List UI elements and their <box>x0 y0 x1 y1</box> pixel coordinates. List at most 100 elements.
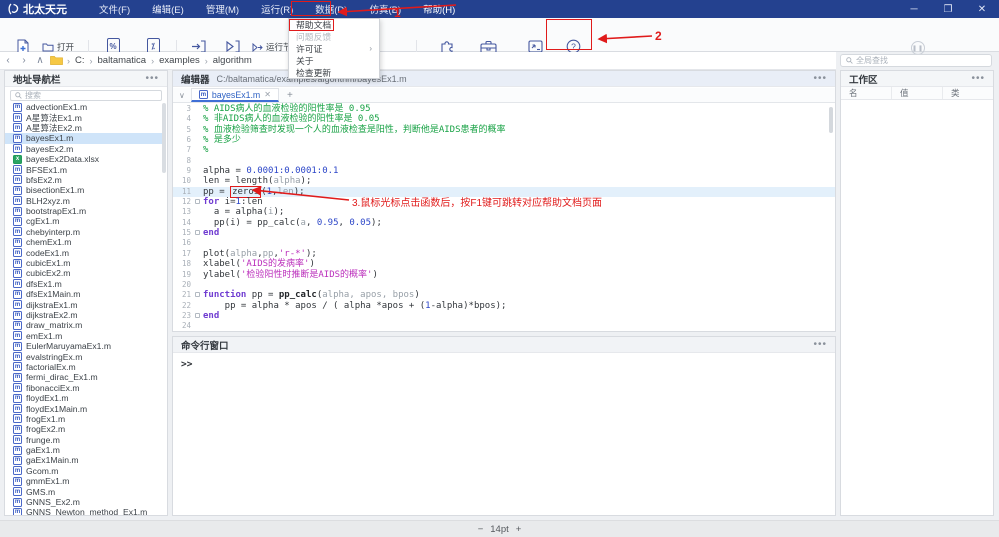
code-area[interactable]: 3% AIDS病人的血液检验的阳性率是 0.954% 非AIDS病人的血液检验的… <box>173 104 835 330</box>
menu-item[interactable]: 仿真(B) <box>358 0 412 18</box>
file-list-item[interactable]: mbfsEx2.m <box>5 175 162 185</box>
file-list-item[interactable]: mcubicEx2.m <box>5 268 162 278</box>
file-list-item[interactable]: mgaEx1Main.m <box>5 455 162 465</box>
code-line[interactable]: 5% 血液检验筛查时发现一个人的血液检查是阳性，判断他是AIDS患者的概率 <box>173 125 835 135</box>
collapse-ribbon-icon[interactable]: ❚❚ <box>911 41 925 55</box>
file-list-item[interactable]: mbootstrapEx1.m <box>5 206 162 216</box>
menu-item[interactable]: 运行(R) <box>250 0 304 18</box>
file-list-item[interactable]: mGcom.m <box>5 466 162 476</box>
code-line[interactable]: 21function pp = pp_calc(alpha, apos, bpo… <box>173 290 835 300</box>
file-list-item[interactable]: mGNNS_Ex2.m <box>5 497 162 507</box>
code-line[interactable]: 22 pp = alpha * apos / ( alpha *apos + (… <box>173 301 835 311</box>
file-list-item[interactable]: mdraw_matrix.m <box>5 320 162 330</box>
folder-icon[interactable] <box>48 55 64 67</box>
back-icon[interactable]: ‹ <box>0 55 16 66</box>
code-line[interactable]: 24 <box>173 321 835 331</box>
global-search-input[interactable]: 全局查找 <box>840 54 992 67</box>
file-list-item[interactable]: mcodeEx1.m <box>5 247 162 257</box>
minimize-button[interactable]: ─ <box>897 0 931 18</box>
code-line[interactable]: 3% AIDS病人的血液检验的阳性率是 0.95 <box>173 104 835 114</box>
code-line[interactable]: 6% 是多少 <box>173 135 835 145</box>
file-list-item[interactable]: mchebyinterp.m <box>5 227 162 237</box>
workspace-column-header[interactable]: 值 <box>892 87 943 99</box>
fold-marker-icon[interactable] <box>195 199 200 204</box>
fold-marker-icon[interactable] <box>195 313 200 318</box>
font-size-decrease-button[interactable]: − <box>478 524 484 535</box>
code-line[interactable]: 15end <box>173 228 835 238</box>
file-list-item[interactable]: mcgEx1.m <box>5 216 162 226</box>
breadcrumb-segment[interactable]: C: <box>73 55 87 66</box>
restore-button[interactable]: ❐ <box>931 0 965 18</box>
file-list-item[interactable]: mfrogEx1.m <box>5 414 162 424</box>
file-list-item[interactable]: mfermi_dirac_Ex1.m <box>5 372 162 382</box>
workspace-column-header[interactable]: 类 <box>943 87 993 99</box>
code-line[interactable]: 4% 非AIDS病人的血液检验的阳性率是 0.05 <box>173 114 835 124</box>
file-filter-input[interactable]: 搜索 <box>10 90 162 101</box>
help-menu-item[interactable]: 许可证› <box>289 43 379 55</box>
file-list-item[interactable]: mgaEx1.m <box>5 445 162 455</box>
menu-item[interactable]: 管理(M) <box>195 0 250 18</box>
file-list-item[interactable]: xbayesEx2Data.xlsx <box>5 154 162 164</box>
code-line[interactable]: 8 <box>173 156 835 166</box>
file-list-item[interactable]: mcubicEx1.m <box>5 258 162 268</box>
code-line[interactable]: 18xlabel('AIDS的发病率') <box>173 259 835 269</box>
file-list-item[interactable]: mbayesEx1.m <box>5 133 162 143</box>
menu-item[interactable]: 数据(D) <box>304 0 358 18</box>
menu-item[interactable]: 编辑(E) <box>141 0 195 18</box>
breadcrumb-segment[interactable]: algorithm <box>211 55 254 66</box>
workspace-column-header[interactable]: 名 <box>841 87 892 99</box>
breadcrumb-segment[interactable]: examples <box>157 55 202 66</box>
fold-marker-icon[interactable] <box>195 230 200 235</box>
file-list-item[interactable]: mfibonacciEx.m <box>5 383 162 393</box>
code-line[interactable]: 16 <box>173 238 835 248</box>
editor-menu-icon[interactable]: ••• <box>813 73 827 84</box>
code-line[interactable]: 10len = length(alpha); <box>173 176 835 186</box>
file-list-item[interactable]: mfrogEx2.m <box>5 424 162 434</box>
file-list-item[interactable]: memEx1.m <box>5 331 162 341</box>
code-line[interactable]: 19ylabel('检验阳性时推断是AIDS的概率') <box>173 270 835 280</box>
file-list-item[interactable]: mGMS.m <box>5 486 162 496</box>
nav-panel-menu-icon[interactable]: ••• <box>145 73 159 84</box>
file-list-item[interactable]: mBFSEx1.m <box>5 164 162 174</box>
up-icon[interactable]: ∧ <box>32 55 48 66</box>
workspace-menu-icon[interactable]: ••• <box>971 73 985 84</box>
command-window-menu-icon[interactable]: ••• <box>813 339 827 350</box>
file-list-item[interactable]: mfactorialEx.m <box>5 362 162 372</box>
code-line[interactable]: 20 <box>173 280 835 290</box>
code-line[interactable]: 14 pp(i) = pp_calc(a, 0.95, 0.05); <box>173 218 835 228</box>
new-tab-button[interactable]: + <box>279 90 301 101</box>
editor-scrollbar[interactable] <box>829 107 833 133</box>
file-list-item[interactable]: mdfsEx1.m <box>5 279 162 289</box>
code-line[interactable]: 23end <box>173 311 835 321</box>
file-list-item[interactable]: mdfsEx1Main.m <box>5 289 162 299</box>
tab-close-icon[interactable]: ✕ <box>264 90 271 99</box>
command-prompt[interactable]: >> <box>173 353 835 370</box>
file-list-item[interactable]: mdijkstraEx2.m <box>5 310 162 320</box>
menu-item[interactable]: 文件(F) <box>88 0 141 18</box>
help-menu-item[interactable]: 关于 <box>289 54 379 66</box>
tab-list-chevron-icon[interactable]: ∨ <box>173 91 191 100</box>
code-line[interactable]: 17plot(alpha,pp,'r-*'); <box>173 249 835 259</box>
help-menu-item[interactable]: 帮助文档 <box>289 19 379 31</box>
help-menu-item[interactable]: 检查更新 <box>289 66 379 78</box>
file-list-item[interactable]: mGNNS_Newton_method_Ex1.m <box>5 507 162 515</box>
file-list-item[interactable]: mBLH2xyz.m <box>5 196 162 206</box>
file-list-item[interactable]: mbisectionEx1.m <box>5 185 162 195</box>
font-size-increase-button[interactable]: + <box>516 524 522 535</box>
file-list-item[interactable]: mA星算法Ex2.m <box>5 123 162 133</box>
file-list-item[interactable]: mevalstringEx.m <box>5 351 162 361</box>
file-list-item[interactable]: mdijkstraEx1.m <box>5 299 162 309</box>
breadcrumb-segment[interactable]: baltamatica <box>96 55 149 66</box>
menu-item[interactable]: 帮助(H) <box>412 0 466 18</box>
code-line[interactable]: 9alpha = 0.0001:0.0001:0.1 <box>173 166 835 176</box>
fold-marker-icon[interactable] <box>195 292 200 297</box>
file-list-item[interactable]: mbayesEx2.m <box>5 144 162 154</box>
file-list-scrollbar[interactable] <box>162 103 166 173</box>
close-button[interactable]: ✕ <box>965 0 999 18</box>
file-list-item[interactable]: mgmmEx1.m <box>5 476 162 486</box>
code-line[interactable]: 7% <box>173 145 835 155</box>
file-list-item[interactable]: mfrunge.m <box>5 435 162 445</box>
file-list-item[interactable]: mchemEx1.m <box>5 237 162 247</box>
file-list-item[interactable]: mEulerMaruyamaEx1.m <box>5 341 162 351</box>
forward-icon[interactable]: › <box>16 55 32 66</box>
